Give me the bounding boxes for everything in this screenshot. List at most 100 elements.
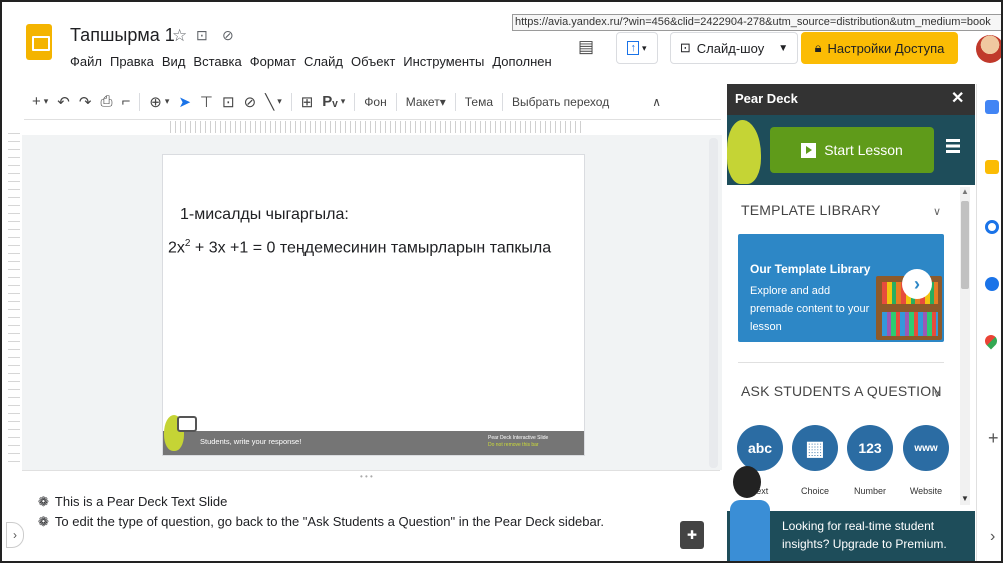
- student-illustration-head: [733, 466, 761, 498]
- slide-footer-brand: Pear Deck Interactive Slide: [488, 435, 549, 441]
- cloud-status-icon[interactable]: ⊘: [222, 27, 234, 44]
- comments-icon[interactable]: ▤: [578, 37, 594, 57]
- website-question-button[interactable]: www: [903, 425, 949, 471]
- text-question-button[interactable]: abc: [737, 425, 783, 471]
- student-illustration: [730, 500, 770, 563]
- menu-object[interactable]: Объект: [351, 54, 395, 69]
- document-title[interactable]: Тапшырма 1: [70, 25, 175, 46]
- move-folder-icon[interactable]: ⊡: [196, 27, 208, 44]
- scroll-down-icon[interactable]: ▼: [961, 494, 969, 503]
- image-icon[interactable]: ⊡: [222, 93, 235, 111]
- choice-question-button[interactable]: ▦: [792, 425, 838, 471]
- add-addon-icon[interactable]: +: [988, 428, 999, 449]
- slideshow-button[interactable]: ⊡ Слайд-шоу ▼: [670, 32, 798, 64]
- chevron-down-icon[interactable]: ∨: [933, 387, 941, 400]
- question-label-website: Website: [909, 486, 943, 496]
- slides-logo[interactable]: [26, 24, 52, 60]
- sidebar-scroll-thumb[interactable]: [961, 201, 969, 289]
- close-icon[interactable]: ✕: [951, 88, 964, 108]
- equation-term: 2x: [168, 239, 185, 257]
- start-lesson-button[interactable]: Start Lesson: [770, 127, 934, 173]
- speaker-note-line2[interactable]: ❁ To edit the type of question, go back t…: [38, 514, 604, 530]
- pear-deck-quick-button[interactable]: ✚: [680, 521, 704, 549]
- chevron-down-icon[interactable]: ∨: [933, 205, 941, 218]
- collapse-toolbar-icon[interactable]: ∧: [652, 95, 661, 109]
- horizontal-ruler: [170, 121, 585, 133]
- menu-tools[interactable]: Инструменты: [403, 54, 484, 69]
- line-icon[interactable]: ╲: [265, 93, 274, 111]
- note-text: To edit the type of question, go back to…: [54, 514, 604, 529]
- contacts-icon[interactable]: [985, 277, 999, 291]
- slide-text-line1[interactable]: 1-мисалды чыгаргыла:: [180, 206, 349, 224]
- url-tooltip: https://avia.yandex.ru/?win=456&clid=242…: [512, 14, 1003, 31]
- drag-handle-icon[interactable]: • • •: [360, 472, 373, 481]
- transition-button[interactable]: Выбрать переход: [512, 95, 609, 109]
- abc-icon: abc: [747, 440, 773, 456]
- shape-icon[interactable]: ⊘: [244, 93, 257, 111]
- menu-format[interactable]: Формат: [250, 54, 296, 69]
- theme-button[interactable]: Тема: [465, 95, 493, 109]
- undo-icon[interactable]: ↶: [57, 93, 70, 111]
- toolbar-divider: [502, 92, 503, 111]
- comment-add-icon[interactable]: ⊞: [301, 93, 314, 111]
- share-label: Настройки Доступа: [827, 40, 945, 56]
- toolbar-divider: [354, 92, 356, 111]
- lock-icon: 🔒︎: [814, 40, 822, 55]
- pear-variation-icon[interactable]: Pᵥ: [322, 93, 337, 110]
- keep-icon[interactable]: [985, 160, 999, 174]
- layout-button[interactable]: Макет▾: [406, 95, 446, 109]
- tasks-icon[interactable]: [985, 220, 999, 234]
- pear-variation-dropdown-icon[interactable]: ▾: [341, 96, 346, 107]
- menu-slide[interactable]: Слайд: [304, 54, 343, 69]
- slideshow-dropdown-icon[interactable]: ▼: [778, 43, 788, 54]
- menu-edit[interactable]: Правка: [110, 54, 154, 69]
- books-icon: [882, 312, 938, 336]
- zoom-icon[interactable]: ⊕: [149, 93, 162, 111]
- menu-view[interactable]: Вид: [162, 54, 186, 69]
- background-button[interactable]: Фон: [364, 95, 386, 109]
- side-panel-rail: [976, 84, 1003, 563]
- expand-rail-icon[interactable]: ›: [990, 528, 995, 546]
- canvas-scrollbar[interactable]: [709, 138, 718, 468]
- template-card-text: Explore and add premade content to your …: [750, 285, 870, 333]
- hamburger-menu-icon[interactable]: [946, 139, 960, 153]
- speaker-note-line1[interactable]: ❁ This is a Pear Deck Text Slide: [38, 494, 227, 510]
- menu-insert[interactable]: Вставка: [193, 54, 241, 69]
- text-box-icon[interactable]: ⊤: [200, 93, 213, 111]
- chevron-right-icon[interactable]: ›: [902, 269, 932, 299]
- slide-text-line2[interactable]: 2x2 + 3x +1 = 0 теңдемесинин тамырларын …: [168, 238, 551, 257]
- menu-file[interactable]: Файл: [70, 54, 102, 69]
- slide-footer-subtext: Do not remove this bar: [488, 442, 539, 448]
- speech-bubble-icon: [177, 416, 197, 432]
- star-icon[interactable]: ☆: [172, 26, 187, 46]
- slideshow-label: Слайд-шоу: [696, 40, 765, 56]
- ask-students-heading[interactable]: ASK STUDENTS A QUESTION: [741, 383, 942, 399]
- print-icon[interactable]: ⎙: [100, 93, 112, 110]
- menu-addons[interactable]: Дополнен: [492, 54, 551, 69]
- slide-footer-text: Students, write your response!: [200, 437, 302, 446]
- line-dropdown-icon[interactable]: ▾: [277, 96, 282, 107]
- filmstrip-toggle-icon[interactable]: ›: [6, 522, 24, 548]
- paint-format-icon[interactable]: ⌐: [121, 93, 130, 110]
- share-button[interactable]: 🔒︎ Настройки Доступа: [801, 32, 958, 64]
- pear-deck-header: Pear Deck: [727, 84, 975, 115]
- equation-rest: + 3x +1 = 0 теңдемесинин тамырларын тапк…: [190, 239, 552, 257]
- toolbar-divider: [139, 92, 141, 111]
- grid-icon: ▦: [805, 437, 825, 460]
- new-slide-dropdown-icon[interactable]: ▾: [44, 96, 49, 107]
- avatar[interactable]: [976, 35, 1003, 63]
- vertical-ruler: [8, 133, 20, 463]
- calendar-icon[interactable]: [985, 100, 999, 114]
- new-slide-icon[interactable]: +: [32, 93, 41, 110]
- present-upload-button[interactable]: ↑ ▾: [616, 32, 658, 64]
- template-card-title: Our Template Library: [750, 262, 871, 276]
- scroll-up-icon[interactable]: ▲: [961, 187, 969, 196]
- redo-icon[interactable]: ↷: [79, 93, 92, 111]
- template-library-heading[interactable]: TEMPLATE LIBRARY: [741, 202, 881, 218]
- select-cursor-icon[interactable]: ➤: [178, 93, 191, 111]
- toolbar-divider: [395, 92, 397, 111]
- number-question-button[interactable]: 123: [847, 425, 893, 471]
- slide[interactable]: [162, 154, 585, 456]
- zoom-dropdown-icon[interactable]: ▾: [165, 96, 170, 107]
- layout-label: Макет: [405, 94, 440, 109]
